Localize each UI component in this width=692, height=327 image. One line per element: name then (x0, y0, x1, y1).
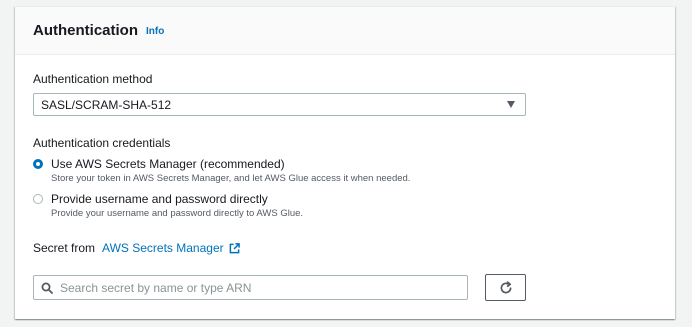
auth-method-select[interactable]: SASL/SCRAM-SHA-512 (33, 93, 526, 116)
radio-option-label: Use AWS Secrets Manager (recommended) (51, 157, 285, 171)
caret-down-icon (507, 101, 515, 108)
radio-option-username-password[interactable]: Provide username and password directly P… (33, 192, 303, 220)
radio-option-description: Provide your username and password direc… (51, 208, 304, 219)
panel-title: Authentication (33, 22, 138, 39)
radio-option-secrets-manager[interactable]: Use AWS Secrets Manager (recommended) St… (33, 157, 410, 185)
credentials-label: Authentication credentials (33, 136, 171, 150)
secrets-manager-link[interactable]: AWS Secrets Manager (102, 241, 224, 255)
radio-selected-icon[interactable] (33, 159, 43, 169)
panel-header: Authentication Info (15, 7, 675, 55)
secret-search-input[interactable] (60, 280, 440, 295)
auth-method-selected-value: SASL/SCRAM-SHA-512 (41, 97, 172, 112)
radio-option-description: Store your token in AWS Secrets Manager,… (51, 173, 411, 184)
radio-unselected-icon[interactable] (33, 194, 43, 204)
refresh-button[interactable] (485, 274, 526, 301)
secret-source-row: Secret from AWS Secrets Manager (33, 241, 240, 255)
auth-method-label: Authentication method (33, 72, 153, 86)
search-icon (41, 282, 53, 294)
external-link-icon[interactable] (229, 242, 240, 254)
radio-option-label: Provide username and password directly (51, 192, 268, 206)
secret-search-field[interactable] (33, 275, 468, 300)
authentication-panel: Authentication Info Authentication metho… (15, 6, 675, 319)
secret-from-label: Secret from (33, 241, 96, 255)
info-link[interactable]: Info (146, 26, 164, 37)
refresh-icon (500, 280, 511, 293)
